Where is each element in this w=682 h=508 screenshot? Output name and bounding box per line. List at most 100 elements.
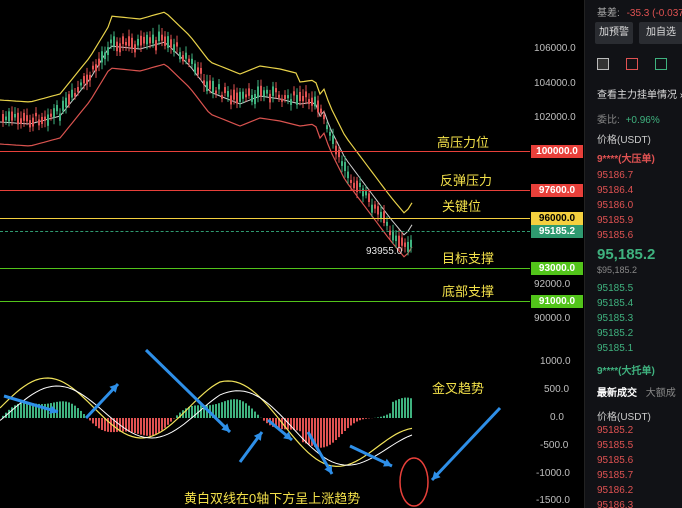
last-price-usd: $95,185.2 (597, 265, 638, 275)
bid-row[interactable]: 95185.2 (597, 328, 633, 339)
macd-bar (92, 418, 94, 424)
ask-row[interactable]: 95185.6 (597, 230, 633, 241)
ratio-label: 委比: (597, 115, 620, 126)
candle-body (8, 111, 10, 122)
big-order-link[interactable]: 查看主力挂单情况 › (597, 86, 682, 101)
macd-bar (347, 418, 349, 429)
candle-body (233, 89, 235, 100)
candle-body (218, 84, 220, 90)
candle-body (248, 88, 250, 96)
candle-body (365, 191, 367, 196)
candle-body (32, 117, 34, 127)
bid-row[interactable]: 95185.5 (597, 283, 633, 294)
macd-axis-label: -1500.0 (536, 495, 570, 506)
line-93000 (0, 268, 530, 269)
macd-axis-label: -500.0 (540, 440, 569, 451)
line-96000 (0, 218, 530, 219)
candle-body (245, 94, 247, 98)
candle-body (353, 182, 355, 189)
candle-body (62, 100, 64, 111)
macd-bar (257, 414, 259, 418)
candle-body (374, 204, 376, 209)
bid-row[interactable]: 95185.3 (597, 313, 633, 324)
ask-row[interactable]: 95186.4 (597, 185, 633, 196)
price-tag-96000: 96000.0 (531, 212, 583, 225)
candle-body (341, 161, 343, 166)
layout-asks-icon[interactable] (625, 58, 638, 70)
order-book-panel: 基差: -35.3 (-0.037%) 加预警 加自选 查看主力挂单情况 › 委… (584, 0, 682, 508)
candle-body (92, 65, 94, 70)
macd-bar (344, 418, 346, 431)
candle-body (386, 221, 388, 226)
candle-body (137, 38, 139, 46)
candle-body (122, 36, 124, 45)
ask-row[interactable]: 95185.9 (597, 215, 633, 226)
macd-bar (137, 418, 139, 434)
candle-body (296, 94, 298, 105)
macd-bar (359, 418, 361, 421)
basis-row: 基差: -35.3 (-0.037%) (597, 4, 682, 19)
macd-bar (74, 405, 76, 418)
basis-value: -35.3 (-0.037%) (626, 8, 682, 19)
candle-body (266, 89, 268, 94)
candle-body (80, 82, 82, 86)
candle-body (149, 37, 151, 44)
macd-bar (233, 399, 235, 418)
candle-body (191, 58, 193, 64)
macd-bar (308, 418, 310, 445)
last-price: 95,185.2 (597, 246, 656, 263)
macd-bar (380, 416, 382, 418)
price-chart[interactable] (0, 0, 584, 508)
price-header: 价格(USDT) (597, 135, 651, 146)
layout-both-icon[interactable] (597, 58, 609, 70)
candle-body (368, 193, 370, 202)
line-95185 (0, 231, 530, 232)
candle-body (53, 108, 55, 118)
macd-bar (83, 414, 85, 418)
candle-body (35, 112, 37, 117)
tab-latest-trades[interactable]: 最新成交 大额成 (597, 384, 676, 399)
ask-row[interactable]: 95186.0 (597, 200, 633, 211)
candle-body (170, 39, 172, 48)
candle-body (227, 91, 229, 97)
candle-body (107, 47, 109, 56)
candle-body (56, 105, 58, 112)
candle-body (197, 67, 199, 75)
ask-row[interactable]: 95186.7 (597, 170, 633, 181)
tab-big-trades-label[interactable]: 大额成 (646, 388, 676, 399)
candle-body (287, 95, 289, 99)
price-tag-91000: 91000.0 (531, 295, 583, 308)
add-watchlist-button[interactable]: 加自选 (639, 22, 682, 44)
macd-bar (392, 401, 394, 418)
layout-bids-icon[interactable] (654, 58, 667, 70)
bid-row[interactable]: 95185.4 (597, 298, 633, 309)
macd-bar (254, 411, 256, 418)
add-alert-button[interactable]: 加预警 (595, 22, 633, 44)
candle-body (332, 135, 334, 144)
trade-row: 95185.5 (597, 440, 634, 451)
candle-body (167, 36, 169, 48)
bid-row[interactable]: 95185.1 (597, 343, 633, 354)
candle-body (38, 119, 40, 126)
price-tag-97600: 97600.0 (531, 184, 583, 197)
macd-bar (329, 418, 331, 445)
macd-bar (305, 418, 307, 444)
line-97600 (0, 190, 530, 191)
macd-bar (365, 418, 367, 419)
candle-body (401, 237, 403, 246)
price-axis-label: 104000.0 (534, 78, 576, 89)
candle-body (209, 80, 211, 90)
candle-body (140, 35, 142, 46)
macd-bar (59, 401, 61, 418)
macd-bar (44, 403, 46, 418)
macd-bar (290, 418, 292, 430)
candle-body (212, 81, 214, 93)
candle-body (185, 52, 187, 59)
candle-body (260, 85, 262, 96)
macd-bar (98, 418, 100, 429)
big-bid-row: 9****(大托单) (597, 366, 655, 377)
macd-bar (62, 401, 64, 418)
chart-area[interactable]: 106000.0 104000.0 102000.0 92000.0 90000… (0, 0, 584, 508)
candle-body (311, 97, 313, 106)
tab-latest-trades-label: 最新成交 (597, 388, 637, 399)
